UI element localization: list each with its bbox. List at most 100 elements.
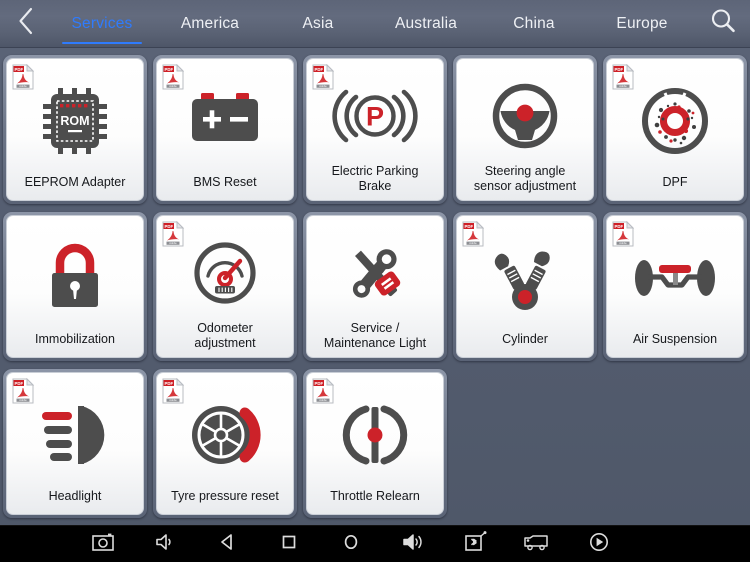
- pdf-badge-icon: PDF Adobe: [612, 63, 635, 90]
- svg-text:Adobe: Adobe: [169, 398, 177, 402]
- pdf-badge-icon: PDF Adobe: [312, 377, 335, 404]
- service-card-eeprom-adapter[interactable]: PDF Adobe ROM EEPROM Adapter: [3, 55, 147, 204]
- card-surface: PDF Adobe: [6, 58, 144, 201]
- wrench-screwdriver-icon: [338, 239, 412, 307]
- grid-cell: PDF Adobe: [600, 51, 750, 208]
- tab-label: Services: [71, 14, 133, 32]
- tab-label: Europe: [616, 14, 668, 32]
- service-card-immobilization[interactable]: Immobilization: [3, 212, 147, 361]
- service-card-bms-reset[interactable]: PDF Adobe BMS Reset: [153, 55, 297, 204]
- tab-services[interactable]: Services: [48, 0, 156, 47]
- grid-cell: PDF Adobe: [150, 51, 300, 208]
- svg-text:PDF: PDF: [14, 67, 23, 72]
- svg-text:PDF: PDF: [314, 67, 323, 72]
- nav-back-button[interactable]: [196, 532, 258, 557]
- services-grid: PDF Adobe ROM EEPROM Adapter PDF Adobe B…: [0, 48, 750, 522]
- card-label: Service / Maintenance Light: [323, 321, 427, 350]
- svg-text:Adobe: Adobe: [619, 84, 627, 88]
- tab-america[interactable]: America: [156, 0, 264, 47]
- tab-australia[interactable]: Australia: [372, 0, 480, 47]
- top-navigation-bar: Services America Asia Australia China Eu…: [0, 0, 750, 48]
- back-triangle-icon: [217, 532, 237, 557]
- pdf-badge-icon: PDF Adobe: [162, 220, 185, 247]
- card-surface: PDF Adobe: [156, 58, 294, 201]
- svg-text:PDF: PDF: [464, 224, 473, 229]
- service-card-odometer-adjustment[interactable]: PDF Adobe Odometer adjustment: [153, 212, 297, 361]
- system-navigation-bar: [0, 525, 750, 562]
- svg-text:Adobe: Adobe: [169, 84, 177, 88]
- card-label: Immobilization: [35, 332, 115, 346]
- service-card-cylinder[interactable]: PDF Adobe Cylinder: [453, 212, 597, 361]
- service-card-throttle-relearn[interactable]: PDF Adobe Throttle Relearn: [303, 369, 447, 518]
- svg-text:Adobe: Adobe: [169, 241, 177, 245]
- search-icon: [708, 6, 738, 41]
- card-surface: PDF Adobe: [306, 372, 444, 515]
- pdf-badge-icon: PDF Adobe: [312, 63, 335, 90]
- steering-wheel-icon: [491, 82, 559, 150]
- svg-text:ROM: ROM: [60, 114, 89, 128]
- pdf-badge-icon: PDF Adobe: [12, 377, 35, 404]
- svg-text:Adobe: Adobe: [19, 84, 27, 88]
- grid-cell: PDF Adobe P Electric Parking Brake: [300, 51, 450, 208]
- nav-recent-apps-button[interactable]: [258, 532, 320, 557]
- card-surface: PDF Adobe: [156, 372, 294, 515]
- back-button[interactable]: [0, 0, 48, 47]
- service-card-steering-angle-sensor-adjustment[interactable]: Steering angle sensor adjustment: [453, 55, 597, 204]
- card-surface: PDF Adobe: [606, 215, 744, 358]
- nav-vci-connection-button[interactable]: [444, 530, 506, 558]
- axle-suspension-icon: [632, 249, 718, 307]
- play-icon: [588, 531, 610, 558]
- nav-home-button[interactable]: [320, 532, 382, 557]
- svg-text:Adobe: Adobe: [469, 241, 477, 245]
- card-surface: PDF Adobe: [6, 372, 144, 515]
- headlight-icon: [32, 402, 118, 468]
- service-card-tyre-pressure-reset[interactable]: PDF Adobe Tyre pressure reset: [153, 369, 297, 518]
- chevron-left-icon: [15, 6, 37, 41]
- services-content-area: PDF Adobe ROM EEPROM Adapter PDF Adobe B…: [0, 48, 750, 525]
- nav-volume-up-button[interactable]: [382, 532, 444, 557]
- svg-text:Adobe: Adobe: [319, 398, 327, 402]
- volume-up-icon: [401, 532, 425, 557]
- nav-screenshot-button[interactable]: [72, 532, 134, 557]
- pdf-badge-icon: PDF Adobe: [12, 63, 35, 90]
- svg-text:Adobe: Adobe: [619, 241, 627, 245]
- nav-vehicle-button[interactable]: [506, 532, 568, 557]
- tab-asia[interactable]: Asia: [264, 0, 372, 47]
- pdf-badge-icon: PDF Adobe: [162, 63, 185, 90]
- svg-text:P: P: [366, 101, 384, 131]
- tab-china[interactable]: China: [480, 0, 588, 47]
- svg-text:Adobe: Adobe: [319, 84, 327, 88]
- grid-cell: PDF Adobe: [150, 365, 300, 522]
- service-card-headlight[interactable]: PDF Adobe Headlight: [3, 369, 147, 518]
- card-label: Odometer adjustment: [194, 321, 256, 350]
- service-card-air-suspension[interactable]: PDF Adobe Air Suspension: [603, 212, 747, 361]
- service-card-dpf[interactable]: PDF Adobe DPF: [603, 55, 747, 204]
- card-surface: Steering angle sensor adjustment: [456, 58, 594, 201]
- throttle-body-icon: [340, 401, 410, 469]
- tab-list: Services America Asia Australia China Eu…: [48, 0, 696, 47]
- grid-cell: Service / Maintenance Light: [300, 208, 450, 365]
- tab-label: America: [180, 14, 240, 32]
- search-button[interactable]: [696, 0, 750, 47]
- card-surface: PDF Adobe: [456, 215, 594, 358]
- vehicle-truck-icon: [523, 532, 551, 557]
- battery-icon: [186, 90, 264, 152]
- v-engine-piston-icon: [486, 242, 564, 314]
- nav-volume-down-button[interactable]: [134, 532, 196, 557]
- tab-europe[interactable]: Europe: [588, 0, 696, 47]
- grid-cell: PDF Adobe: [150, 208, 300, 365]
- card-surface: Immobilization: [6, 215, 144, 358]
- grid-cell: Immobilization: [0, 208, 150, 365]
- pdf-badge-icon: PDF Adobe: [162, 377, 185, 404]
- svg-text:Adobe: Adobe: [19, 398, 27, 402]
- card-label: Steering angle sensor adjustment: [473, 164, 577, 193]
- card-label: DPF: [662, 175, 688, 189]
- pdf-badge-icon: PDF Adobe: [462, 220, 485, 247]
- nav-play-button[interactable]: [568, 531, 630, 558]
- app-root: Services America Asia Australia China Eu…: [0, 0, 750, 562]
- card-label: Cylinder: [502, 332, 548, 346]
- svg-text:PDF: PDF: [14, 381, 23, 386]
- pdf-badge-icon: PDF Adobe: [612, 220, 635, 247]
- service-card-service-maintenance-light[interactable]: Service / Maintenance Light: [303, 212, 447, 361]
- service-card-electric-parking-brake[interactable]: PDF Adobe P Electric Parking Brake: [303, 55, 447, 204]
